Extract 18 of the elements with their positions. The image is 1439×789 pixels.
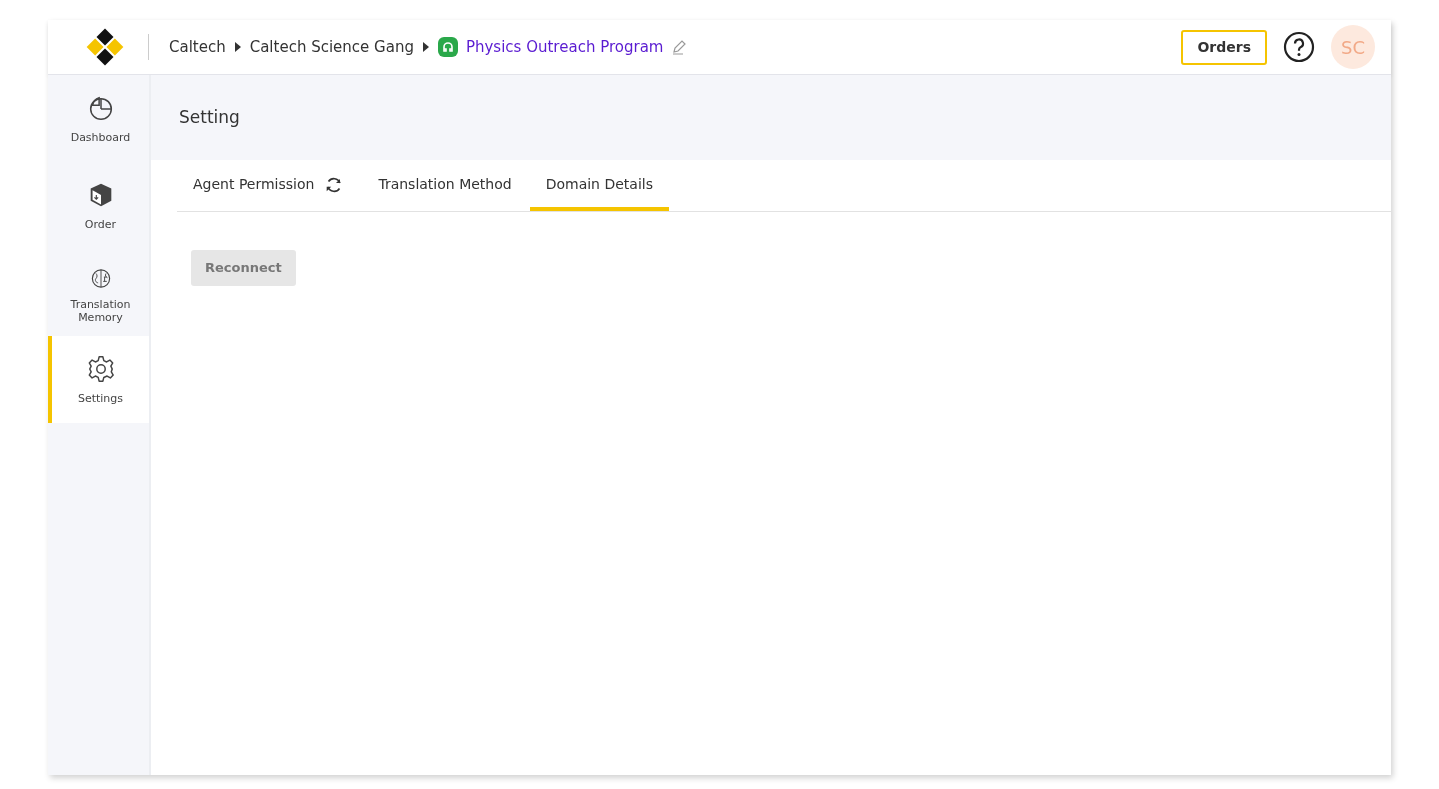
tab[interactable]: Domain Details (529, 160, 669, 211)
breadcrumb-link[interactable]: Caltech (169, 35, 226, 59)
breadcrumb-link[interactable]: Caltech Science Gang (249, 35, 414, 59)
breadcrumb-link[interactable]: Physics Outreach Program (465, 35, 664, 59)
sidebar-item[interactable]: Dashboard (48, 75, 149, 162)
pencil-icon[interactable] (671, 39, 688, 55)
logo-icon (84, 26, 126, 68)
sidebar-item[interactable]: Settings (48, 336, 149, 423)
tab[interactable]: Translation Method (362, 160, 528, 211)
page-title: Setting (179, 105, 240, 129)
project-icon (437, 37, 458, 57)
sidebar-item[interactable]: Translation Memory (48, 249, 149, 336)
tab[interactable]: Agent Permission (177, 160, 361, 211)
help-icon[interactable] (1283, 31, 1315, 63)
caret-right-icon (421, 42, 430, 52)
sidebar-item[interactable]: Order (48, 162, 149, 249)
orders-button[interactable]: Orders (1181, 29, 1267, 65)
caret-right-icon (233, 42, 242, 52)
